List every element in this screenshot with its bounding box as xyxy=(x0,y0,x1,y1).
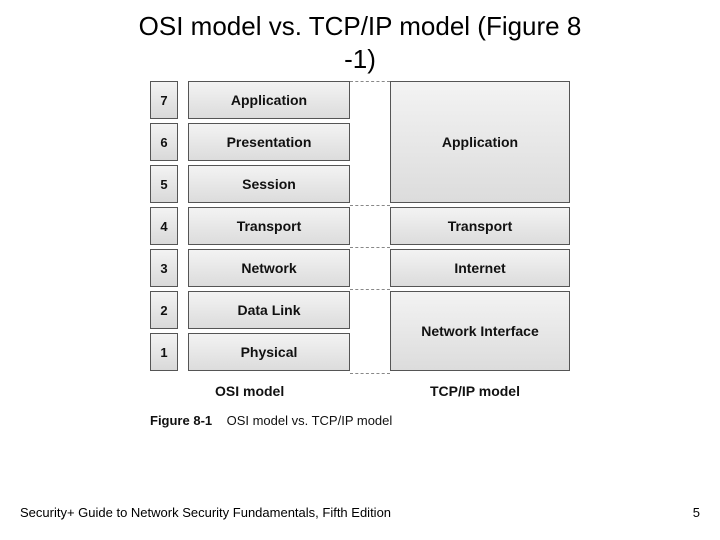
slide-title: OSI model vs. TCP/IP model (Figure 8 -1) xyxy=(0,0,720,75)
osi-layer-name: Transport xyxy=(188,207,350,245)
osi-column: 7 Application 6 Presentation 5 Session 4… xyxy=(150,81,350,375)
osi-row: 6 Presentation xyxy=(150,123,350,161)
osi-layer-number: 7 xyxy=(150,81,178,119)
osi-row: 5 Session xyxy=(150,165,350,203)
osi-row: 3 Network xyxy=(150,249,350,287)
osi-layer-number: 2 xyxy=(150,291,178,329)
osi-layer-number: 4 xyxy=(150,207,178,245)
osi-row: 4 Transport xyxy=(150,207,350,245)
book-title: Security+ Guide to Network Security Fund… xyxy=(20,505,391,520)
figure-caption-text: OSI model vs. TCP/IP model xyxy=(227,413,393,428)
osi-layer-name: Physical xyxy=(188,333,350,371)
figure-diagram: 7 Application 6 Presentation 5 Session 4… xyxy=(130,81,590,441)
connector-line xyxy=(350,81,390,82)
osi-layer-name: Application xyxy=(188,81,350,119)
osi-layer-name: Presentation xyxy=(188,123,350,161)
connector-line xyxy=(350,247,390,248)
figure-number: Figure 8-1 xyxy=(150,413,212,428)
connector-line xyxy=(350,289,390,290)
tcpip-model-label: TCP/IP model xyxy=(430,383,520,399)
osi-layer-number: 6 xyxy=(150,123,178,161)
osi-layer-name: Network xyxy=(188,249,350,287)
tcpip-layer: Network Interface xyxy=(390,291,570,371)
osi-layer-name: Session xyxy=(188,165,350,203)
slide-footer: Security+ Guide to Network Security Fund… xyxy=(20,505,700,520)
tcpip-layer: Internet xyxy=(390,249,570,287)
title-line-1: OSI model vs. TCP/IP model (Figure 8 xyxy=(139,11,582,41)
osi-row: 2 Data Link xyxy=(150,291,350,329)
osi-model-label: OSI model xyxy=(215,383,284,399)
connector-line xyxy=(350,205,390,206)
tcpip-layer: Transport xyxy=(390,207,570,245)
page-number: 5 xyxy=(693,505,700,520)
figure-caption: Figure 8-1 OSI model vs. TCP/IP model xyxy=(150,413,392,428)
osi-row: 7 Application xyxy=(150,81,350,119)
osi-layer-number: 5 xyxy=(150,165,178,203)
osi-row: 1 Physical xyxy=(150,333,350,371)
title-line-2: -1) xyxy=(344,44,376,74)
osi-layer-name: Data Link xyxy=(188,291,350,329)
tcpip-layer: Application xyxy=(390,81,570,203)
osi-layer-number: 1 xyxy=(150,333,178,371)
osi-layer-number: 3 xyxy=(150,249,178,287)
connector-line xyxy=(350,373,390,374)
